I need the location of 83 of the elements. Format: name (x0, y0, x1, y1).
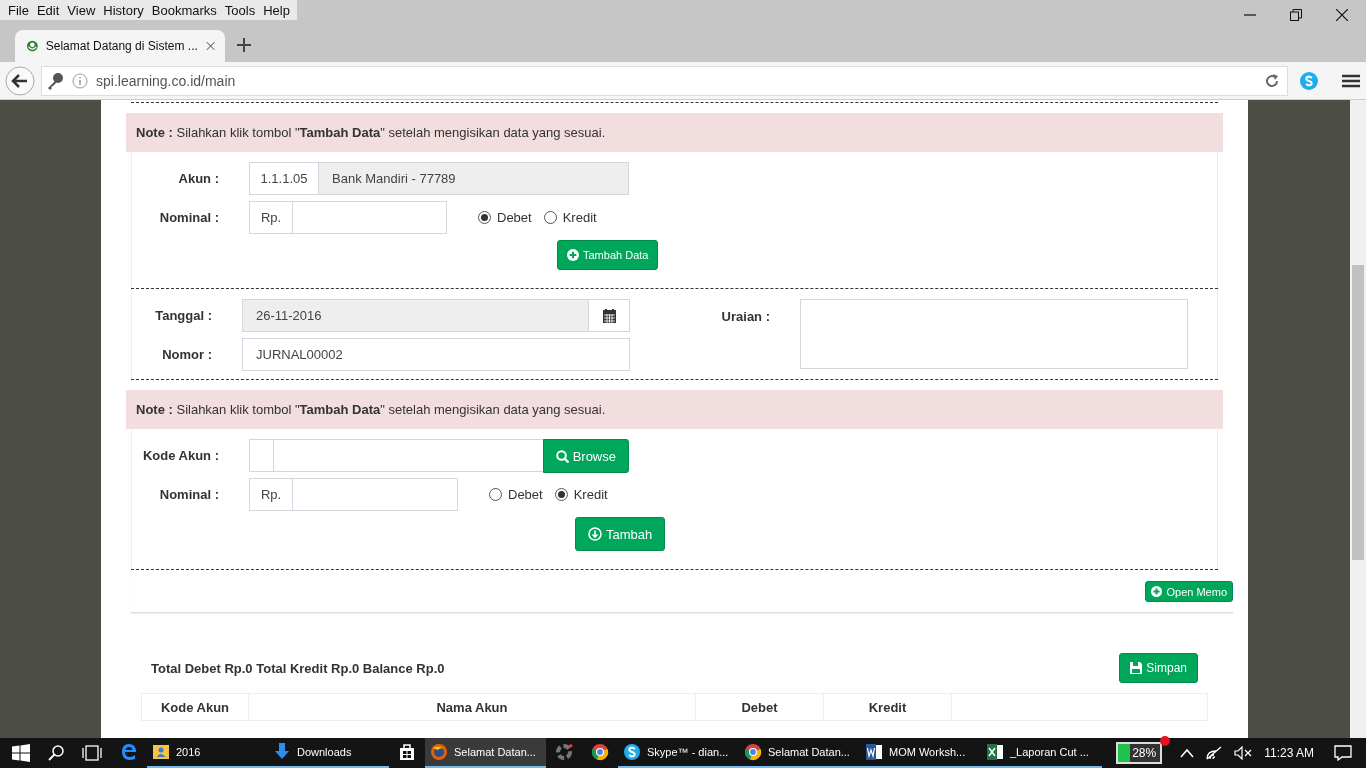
currency-prefix: Rp. (249, 201, 293, 234)
menu-item[interactable]: Tools (220, 2, 260, 18)
menu-item[interactable]: History (99, 2, 148, 18)
site-icon (27, 39, 38, 53)
spreadsheet-icon (986, 743, 1004, 761)
skype-icon (623, 743, 641, 761)
radio-option[interactable]: Debet (478, 210, 532, 225)
notification-dot (1160, 736, 1171, 746)
column-header: Nama Akun (249, 694, 696, 720)
menu-item[interactable]: Bookmarks (147, 2, 221, 18)
field-label: Kode Akun : (141, 448, 220, 463)
field-label: Nominal : (158, 487, 220, 502)
key-icon[interactable] (46, 71, 64, 90)
search-icon[interactable] (48, 745, 64, 761)
word-document-icon (865, 743, 883, 761)
chevron-up-icon[interactable] (1180, 748, 1195, 758)
field-label: Nomor : (161, 347, 213, 362)
menu-item[interactable]: Help (259, 2, 294, 18)
speaker-muted-icon[interactable] (1234, 746, 1253, 760)
battery-indicator[interactable]: 28% (1116, 742, 1163, 764)
clock-text[interactable]: 11:23 AM (1264, 746, 1314, 760)
download-arrow-icon (273, 743, 291, 761)
totals-text: Total Debet Rp.0 Total Kredit Rp.0 Balance Rp.0 (151, 660, 445, 676)
reload-icon[interactable] (1265, 73, 1279, 88)
account-code-addon (249, 439, 274, 472)
plus-circle-icon (1151, 586, 1163, 597)
calendar-icon (602, 308, 616, 323)
radio-option[interactable]: Debet (489, 487, 543, 502)
account-name-field[interactable]: Bank Mandiri - 77789 (319, 162, 629, 195)
account-code: 1.1.1.05 (249, 162, 319, 195)
taskbar-button[interactable]: _Laporan Cut ... (981, 738, 1102, 768)
nominal-field[interactable] (293, 478, 458, 511)
new-tab-icon[interactable] (237, 38, 251, 52)
notification-icon[interactable] (1334, 745, 1352, 761)
taskbar-button[interactable]: Selamat Datan... (425, 738, 546, 768)
tab-title: Selamat Datang di Sistem ... (45, 39, 198, 53)
taskbar-button[interactable]: Downloads (268, 738, 389, 768)
plus-circle-icon (567, 249, 579, 261)
search-icon (555, 449, 569, 463)
date-field[interactable]: 26-11-2016 (242, 299, 589, 332)
radio-option[interactable]: Kredit (543, 210, 597, 225)
nominal-field[interactable] (293, 201, 447, 234)
back-icon[interactable] (5, 65, 35, 96)
download-circle-icon (588, 527, 602, 541)
field-label: Uraian : (720, 308, 771, 324)
note-text: Note : Silahkan klik tombol "Tambah Data" setelah mengisikan data yang sesuai. (126, 390, 1223, 429)
browser-tab[interactable]: Selamat Datang di Sistem ... (15, 30, 225, 62)
description-field[interactable] (800, 299, 1188, 369)
field-label: Nominal : (158, 210, 220, 225)
currency-prefix: Rp. (249, 478, 293, 511)
column-header: Debet (696, 694, 824, 720)
number-field[interactable]: JURNAL00002 (242, 338, 630, 371)
shopping-bag-icon (398, 743, 416, 761)
taskbar-button[interactable]: Skype™ - dian... (618, 738, 739, 768)
note-text: Note : Silahkan klik tombol "Tambah Data" setelah mengisikan data yang sesuai. (126, 113, 1223, 152)
column-header: Kode Akun (142, 694, 249, 720)
address-bar[interactable]: spi.learning.co.id/main (41, 65, 1288, 96)
menu-item[interactable]: Edit (32, 2, 64, 18)
taskbar-button[interactable]: 2016 (147, 738, 268, 768)
menu-item[interactable]: File (4, 2, 33, 18)
taskbar-button[interactable]: Selamat Datan... (739, 738, 860, 768)
radio-option[interactable]: Kredit (554, 487, 608, 502)
field-label: Akun : (177, 171, 220, 186)
browser-e-icon (120, 743, 138, 761)
circle-logo-icon (744, 743, 762, 761)
calendar-button[interactable] (589, 299, 630, 332)
close-icon[interactable] (1336, 9, 1348, 21)
taskbar-button[interactable]: MOM Worksh... (860, 738, 981, 768)
account-code-field[interactable] (274, 439, 544, 472)
menu-icon[interactable] (1342, 72, 1360, 89)
scrollbar[interactable] (1350, 100, 1366, 738)
address-text: spi.learning.co.id/main (96, 72, 236, 89)
fox-globe-icon (430, 743, 448, 761)
windows-start-icon[interactable] (12, 744, 30, 762)
field-label: Tanggal : (154, 308, 213, 323)
circle-logo-icon (591, 743, 609, 761)
restore-icon[interactable] (1290, 9, 1302, 21)
folder-icon (152, 743, 170, 761)
ring-icon (555, 743, 573, 761)
scrollbar-thumb[interactable] (1352, 265, 1364, 560)
column-header: Kredit (824, 694, 952, 720)
menu-item[interactable]: View (63, 2, 100, 18)
task-view-icon[interactable] (82, 745, 102, 761)
